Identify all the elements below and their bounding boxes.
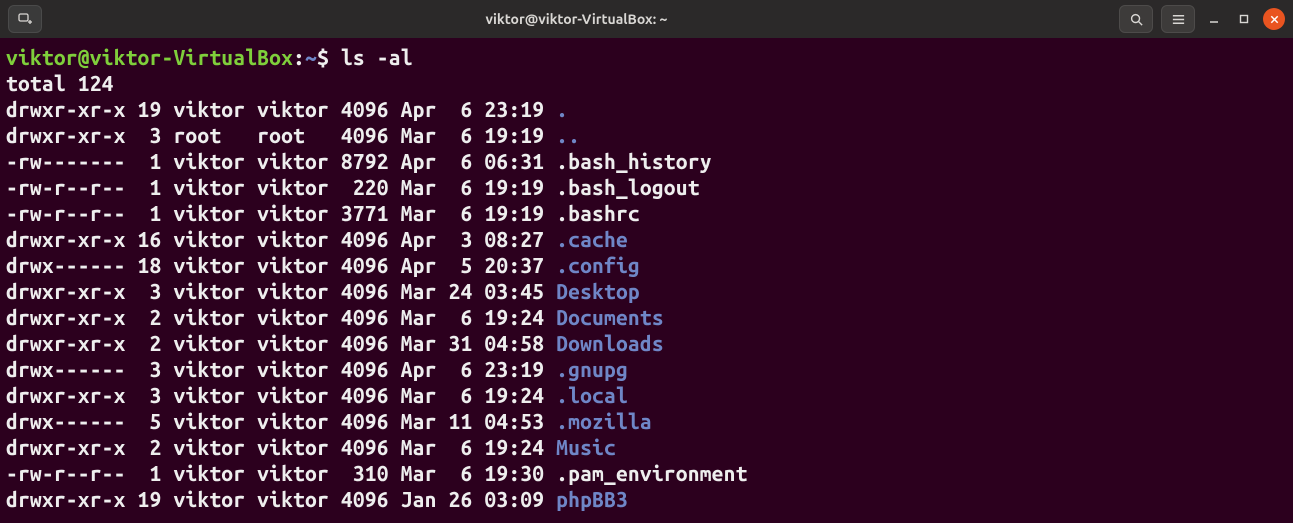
file-name: .bashrc [556,201,640,225]
file-name: .mozilla [556,409,652,433]
list-row: drwxr-xr-x 2 viktor viktor 4096 Mar 31 0… [6,331,556,355]
list-row: drwx------ 5 viktor viktor 4096 Mar 11 0… [6,409,556,433]
window-title: viktor@viktor-VirtualBox: ~ [88,11,1065,27]
file-name: .bash_history [556,149,711,173]
hamburger-icon [1171,12,1186,27]
list-row: drwxr-xr-x 3 viktor viktor 4096 Mar 6 19… [6,383,556,407]
file-name: Documents [556,305,664,329]
list-row: -rw------- 1 viktor viktor 8792 Apr 6 06… [6,149,556,173]
file-name: Downloads [556,331,664,355]
terminal-output[interactable]: viktor@viktor-VirtualBox:~$ ls -al total… [0,38,1293,512]
new-tab-icon [17,11,33,27]
list-row: drwxr-xr-x 19 viktor viktor 4096 Apr 6 2… [6,97,556,121]
file-name: .gnupg [556,357,628,381]
list-row: drwxr-xr-x 19 viktor viktor 4096 Jan 26 … [6,487,556,511]
list-row: -rw-r--r-- 1 viktor viktor 310 Mar 6 19:… [6,461,556,485]
prompt-path: ~ [305,45,317,69]
close-icon [1269,14,1280,25]
file-name: .local [556,383,628,407]
menu-button[interactable] [1161,5,1195,33]
file-name: .bash_logout [556,175,700,199]
file-name: . [556,97,568,121]
prompt-command: ls -al [341,45,413,69]
titlebar: viktor@viktor-VirtualBox: ~ [0,0,1293,38]
search-button[interactable] [1119,5,1153,33]
list-row: drwx------ 3 viktor viktor 4096 Apr 6 23… [6,357,556,381]
titlebar-right [1065,5,1285,33]
maximize-button[interactable] [1233,8,1255,30]
new-tab-button[interactable] [8,5,42,33]
prompt-userhost: viktor@viktor-VirtualBox [6,45,293,69]
close-button[interactable] [1263,8,1285,30]
minimize-icon [1208,13,1220,25]
list-row: drwxr-xr-x 2 viktor viktor 4096 Mar 6 19… [6,305,556,329]
file-name: Desktop [556,279,640,303]
list-row: drwxr-xr-x 16 viktor viktor 4096 Apr 3 0… [6,227,556,251]
list-row: drwxr-xr-x 3 viktor viktor 4096 Mar 24 0… [6,279,556,303]
search-icon [1129,12,1144,27]
list-row: -rw-r--r-- 1 viktor viktor 220 Mar 6 19:… [6,175,556,199]
maximize-icon [1238,13,1250,25]
list-row: -rw-r--r-- 1 viktor viktor 3771 Mar 6 19… [6,201,556,225]
file-name: .pam_environment [556,461,747,485]
listing-rows: drwxr-xr-x 19 viktor viktor 4096 Apr 6 2… [6,96,1287,512]
file-name: .config [556,253,640,277]
minimize-button[interactable] [1203,8,1225,30]
file-name: .. [556,123,580,147]
list-row: drwx------ 18 viktor viktor 4096 Apr 5 2… [6,253,556,277]
total-line: total 124 [6,71,114,95]
file-name: phpBB3 [556,487,628,511]
prompt-colon: : [293,45,305,69]
list-row: drwxr-xr-x 2 viktor viktor 4096 Mar 6 19… [6,435,556,459]
file-name: .cache [556,227,628,251]
list-row: drwxr-xr-x 3 root root 4096 Mar 6 19:19 [6,123,556,147]
file-name: Music [556,435,616,459]
titlebar-left [8,5,88,33]
prompt-dollar: $ [317,45,341,69]
